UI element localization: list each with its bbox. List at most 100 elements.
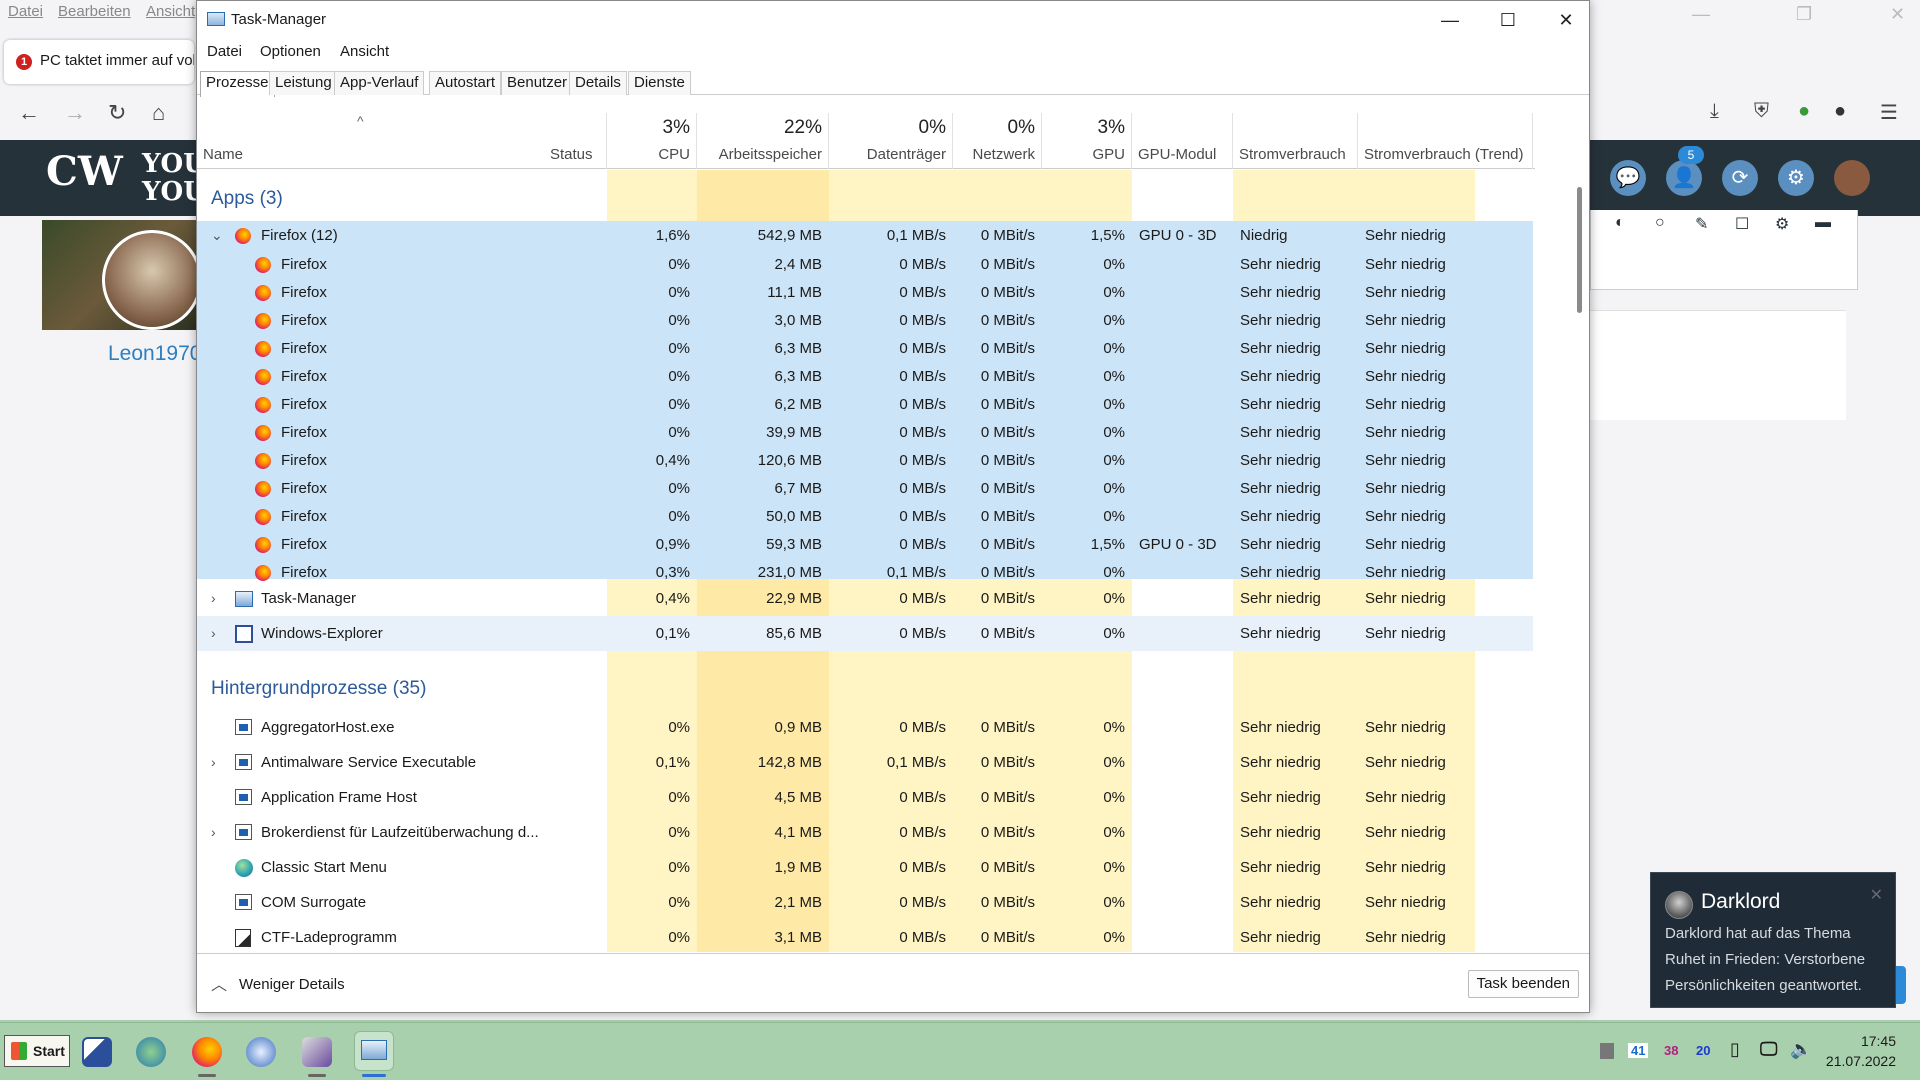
notification-edge-tab[interactable]: [1896, 966, 1906, 1004]
process-row-background[interactable]: CTF-Ladeprogramm 0% 3,1 MB 0 MB/s 0 MBit/s 0%…: [197, 920, 1535, 952]
menu-ansicht[interactable]: Ansicht: [340, 43, 389, 60]
user-icon[interactable]: 👤: [1666, 160, 1702, 196]
close-button[interactable]: ✕: [1543, 7, 1589, 33]
notification-close-icon[interactable]: ✕: [1870, 885, 1883, 905]
column-header-name[interactable]: Name: [197, 113, 544, 169]
fewer-details-link[interactable]: Weniger Details: [239, 976, 345, 993]
browser-maximize-icon[interactable]: ❐: [1796, 4, 1812, 25]
shield-icon[interactable]: ⛨: [1754, 100, 1769, 123]
tab-app-verlauf[interactable]: App-Verlauf: [334, 71, 425, 95]
reload-icon[interactable]: ↻: [108, 100, 126, 126]
profile-avatar[interactable]: [1834, 160, 1870, 196]
chevron-down-icon[interactable]: ⌄: [211, 227, 223, 244]
browser-close-icon[interactable]: ✕: [1890, 4, 1905, 25]
process-row-background[interactable]: Classic Start Menu 0% 1,9 MB 0 MB/s 0 MBit/s…: [197, 850, 1535, 885]
profile-avatar-large[interactable]: [102, 230, 202, 330]
process-row-firefox-group[interactable]: ⌄ Firefox (12) 1,6% 542,9 MB 0,1 MB/s 0 MBit/…: [197, 221, 1535, 251]
process-row-firefox-child[interactable]: Firefox 0% 6,3 MB 0 MB/s 0 MBit/s 0% Sehr nied…: [197, 363, 1535, 391]
chevron-right-icon[interactable]: ›: [211, 590, 216, 606]
volume-icon[interactable]: 🔈: [1790, 1039, 1812, 1060]
process-row-windows-explorer[interactable]: › Windows-Explorer 0,1% 85,6 MB 0 MB/s 0 MBit…: [197, 616, 1535, 651]
process-row-firefox-child[interactable]: Firefox 0% 39,9 MB 0 MB/s 0 MBit/s 0% Sehr nie…: [197, 419, 1535, 447]
tab-leistung[interactable]: Leistung: [269, 71, 338, 95]
chevron-right-icon[interactable]: ›: [211, 625, 216, 641]
notification-toast[interactable]: Darklord ✕ Darklord hat auf das Thema Ru…: [1650, 872, 1896, 1008]
sync-icon[interactable]: ⟳: [1722, 160, 1758, 196]
tab-prozesse[interactable]: Prozesse: [200, 71, 275, 97]
process-row-firefox-child[interactable]: Firefox 0% 50,0 MB 0 MB/s 0 MBit/s 0% Sehr nie…: [197, 503, 1535, 531]
settings-gear-icon[interactable]: ⚙: [1778, 160, 1814, 196]
process-row-background[interactable]: Application Frame Host 0% 4,5 MB 0 MB/s 0 MB…: [197, 780, 1535, 815]
browser-menu-bearbeiten[interactable]: Bearbeiten: [58, 3, 131, 20]
end-task-button[interactable]: Task beenden: [1467, 970, 1579, 998]
tray-counter-1[interactable]: 41: [1628, 1043, 1649, 1058]
download-icon[interactable]: ⤓: [1710, 100, 1719, 123]
column-header-gpu-engine[interactable]: GPU-Modul: [1132, 113, 1233, 169]
editor-tool-icon[interactable]: ☐: [1735, 214, 1749, 234]
hamburger-menu-icon[interactable]: ☰: [1880, 100, 1898, 125]
process-row-firefox-child[interactable]: Firefox 0% 2,4 MB 0 MB/s 0 MBit/s 0% Sehr nied…: [197, 251, 1535, 279]
browser-tab[interactable]: 1 PC taktet immer auf voll: [4, 40, 194, 84]
chevron-right-icon[interactable]: ›: [211, 754, 216, 770]
tray-counter-3[interactable]: 20: [1696, 1043, 1710, 1058]
firefox-taskbar-icon[interactable]: [192, 1037, 222, 1067]
thunderbird-taskbar-icon[interactable]: [246, 1037, 276, 1067]
scrollbar-thumb[interactable]: [1577, 187, 1582, 313]
battery-icon[interactable]: ▯: [1730, 1039, 1740, 1060]
tab-benutzer[interactable]: Benutzer: [501, 71, 574, 95]
clock-date[interactable]: 21.07.2022: [1826, 1053, 1896, 1069]
home-icon[interactable]: ⌂: [152, 100, 165, 126]
column-header-power[interactable]: Stromverbrauch: [1233, 113, 1358, 169]
process-row-background[interactable]: › Brokerdienst für Laufzeitüberwachung d.…: [197, 815, 1535, 850]
column-header-network[interactable]: 0% Netzwerk: [953, 113, 1042, 169]
profile-username[interactable]: Leon1970: [108, 342, 201, 366]
start-button[interactable]: Start: [4, 1035, 70, 1067]
process-row-firefox-child[interactable]: Firefox 0% 3,0 MB 0 MB/s 0 MBit/s 0% Sehr nied…: [197, 307, 1535, 335]
browser-minimize-icon[interactable]: —: [1692, 4, 1710, 25]
pencil-icon[interactable]: ✎: [1695, 214, 1708, 234]
editor-tool-icon[interactable]: ◐: [1615, 214, 1625, 232]
chevron-right-icon[interactable]: ›: [211, 824, 216, 840]
chevron-up-icon[interactable]: ︿: [211, 971, 227, 995]
minimize-button[interactable]: —: [1427, 7, 1473, 33]
editor-tool-icon[interactable]: ○: [1655, 214, 1665, 232]
process-row-task-manager[interactable]: › Task-Manager 0,4% 22,9 MB 0 MB/s 0 MBit/s 0%…: [197, 582, 1535, 616]
tray-app-icon[interactable]: [1600, 1043, 1614, 1059]
forward-arrow-icon[interactable]: →: [64, 100, 86, 126]
tab-dienste[interactable]: Dienste: [628, 71, 691, 95]
process-row-firefox-child[interactable]: Firefox 0% 6,2 MB 0 MB/s 0 MBit/s 0% Sehr nied…: [197, 391, 1535, 419]
process-row-firefox-child[interactable]: Firefox 0% 11,1 MB 0 MB/s 0 MBit/s 0% Sehr nie…: [197, 279, 1535, 307]
paint-taskbar-icon[interactable]: [302, 1037, 332, 1067]
chat-icon[interactable]: 💬: [1610, 160, 1646, 196]
process-row-firefox-child[interactable]: Firefox 0% 6,7 MB 0 MB/s 0 MBit/s 0% Sehr nied…: [197, 475, 1535, 503]
process-row-firefox-child[interactable]: Firefox 0% 6,3 MB 0 MB/s 0 MBit/s 0% Sehr nied…: [197, 335, 1535, 363]
menu-optionen[interactable]: Optionen: [260, 43, 321, 60]
editor-tool-icon[interactable]: ▬: [1815, 214, 1831, 232]
tab-details[interactable]: Details: [569, 71, 627, 95]
process-row-background[interactable]: COM Surrogate 0% 2,1 MB 0 MB/s 0 MBit/s 0% Seh…: [197, 885, 1535, 920]
title-bar[interactable]: Task-Manager — ☐ ✕: [197, 1, 1589, 39]
column-header-memory[interactable]: 22% Arbeitsspeicher: [697, 113, 829, 169]
extension-icon[interactable]: ●: [1798, 100, 1810, 123]
process-row-background[interactable]: AggregatorHost.exe 0% 0,9 MB 0 MB/s 0 MBit/s…: [197, 710, 1535, 745]
tab-autostart[interactable]: Autostart: [429, 71, 502, 95]
network-app-taskbar-icon[interactable]: [136, 1037, 166, 1067]
process-row-firefox-child[interactable]: Firefox 0,9% 59,3 MB 0 MB/s 0 MBit/s 1,5% GPU …: [197, 531, 1535, 559]
column-header-power-trend[interactable]: Stromverbrauch (Trend): [1358, 113, 1533, 169]
clock-time[interactable]: 17:45: [1861, 1033, 1896, 1049]
editor-tool-icon[interactable]: ⚙: [1775, 214, 1789, 234]
tray-counter-2[interactable]: 38: [1664, 1043, 1678, 1058]
browser-menu-datei[interactable]: Datei: [8, 3, 43, 20]
column-header-cpu[interactable]: 3% CPU: [607, 113, 697, 169]
maximize-button[interactable]: ☐: [1485, 7, 1531, 33]
site-logo-icon[interactable]: CW: [46, 148, 123, 208]
column-header-status[interactable]: Status: [544, 113, 607, 169]
back-arrow-icon[interactable]: ←: [18, 100, 40, 126]
column-header-gpu[interactable]: 3% GPU: [1042, 113, 1132, 169]
process-row-background[interactable]: › Antimalware Service Executable 0,1% 142,8…: [197, 745, 1535, 780]
browser-menu-ansicht[interactable]: Ansicht: [146, 3, 195, 20]
column-header-disk[interactable]: 0% Datenträger: [829, 113, 953, 169]
account-icon[interactable]: ●: [1834, 100, 1846, 123]
network-icon[interactable]: 🖵: [1760, 1039, 1777, 1060]
menu-datei[interactable]: Datei: [207, 43, 242, 60]
